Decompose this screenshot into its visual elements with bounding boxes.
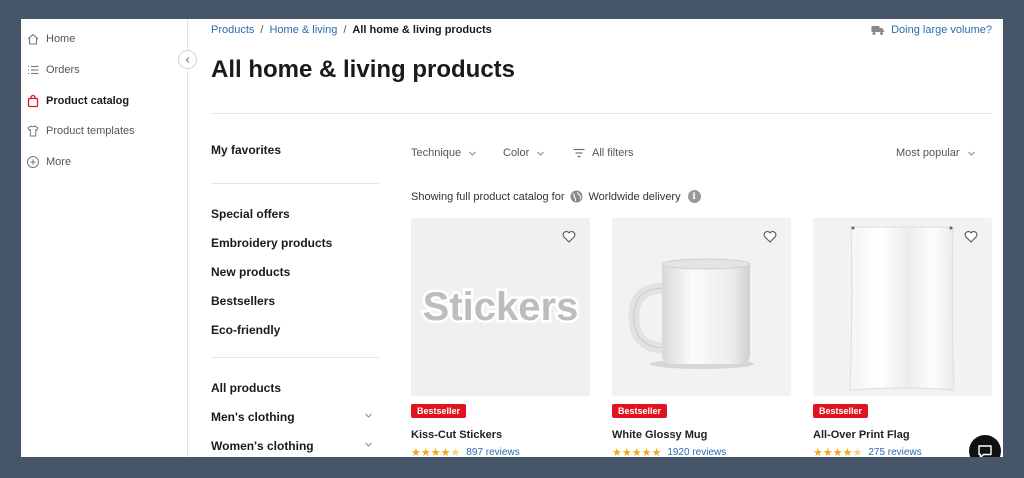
category-womens-clothing[interactable]: Women's clothing xyxy=(211,439,314,453)
chevron-down-icon xyxy=(967,149,976,158)
sidebar-item-orders[interactable]: Orders xyxy=(21,56,188,84)
reviews-link[interactable]: 275 reviews xyxy=(868,447,921,457)
chevron-down-icon xyxy=(536,149,545,158)
breadcrumb-link-products[interactable]: Products xyxy=(211,24,254,36)
sidebar-item-product-templates[interactable]: Product templates xyxy=(21,117,188,145)
favorite-heart-icon[interactable] xyxy=(561,228,577,244)
bestseller-badge: Bestseller xyxy=(411,404,467,418)
catalog-region[interactable]: Worldwide delivery xyxy=(588,191,680,203)
stickers-image-text: Stickers xyxy=(423,285,579,329)
sidebar-item-label: Home xyxy=(46,33,76,45)
bestseller-badge: Bestseller xyxy=(813,404,869,418)
catalog-note-text: Showing full product catalog for xyxy=(411,190,565,203)
plus-circle-icon xyxy=(25,154,41,170)
product-rating: ★★★★★ 1920 reviews xyxy=(612,446,726,457)
filter-technique-label: Technique xyxy=(411,147,462,159)
all-filters-button[interactable]: All filters xyxy=(573,147,634,159)
category-divider xyxy=(211,357,379,358)
favorite-heart-icon[interactable] xyxy=(963,228,979,244)
breadcrumb-link-home-living[interactable]: Home & living xyxy=(269,24,337,36)
tshirt-icon xyxy=(25,123,41,139)
rating-stars-icon: ★★★★★ xyxy=(813,447,863,457)
large-volume-label: Doing large volume? xyxy=(891,24,992,36)
category-mens-clothing[interactable]: Men's clothing xyxy=(211,410,295,424)
chat-button[interactable] xyxy=(969,435,1001,457)
list-icon xyxy=(25,62,41,78)
info-icon[interactable]: i xyxy=(687,190,701,203)
chevron-left-icon xyxy=(185,56,189,63)
truck-icon xyxy=(871,25,885,36)
category-bestsellers[interactable]: Bestsellers xyxy=(211,294,275,308)
sidebar-item-label: Orders xyxy=(46,64,80,76)
chevron-down-icon[interactable] xyxy=(364,440,373,452)
favorite-heart-icon[interactable] xyxy=(762,228,778,244)
product-card[interactable]: Bestseller All-Over Print Flag ★★★★★ 275… xyxy=(813,218,992,457)
reviews-link[interactable]: 1920 reviews xyxy=(667,447,726,457)
mug-image xyxy=(612,218,791,396)
sort-dropdown[interactable]: Most popular xyxy=(896,147,976,159)
category-special-offers[interactable]: Special offers xyxy=(211,207,290,221)
product-name[interactable]: All-Over Print Flag xyxy=(813,429,910,441)
product-name[interactable]: White Glossy Mug xyxy=(612,429,707,441)
all-filters-label: All filters xyxy=(592,147,634,159)
product-rating: ★★★★★ 275 reviews xyxy=(813,446,922,457)
sidebar-item-label: Product templates xyxy=(46,125,135,137)
filter-technique[interactable]: Technique xyxy=(411,147,477,159)
flag-image xyxy=(813,218,992,396)
sidebar-item-label: Product catalog xyxy=(46,95,130,107)
sidebar-item-home[interactable]: Home xyxy=(21,25,188,53)
category-embroidery-products[interactable]: Embroidery products xyxy=(211,236,332,250)
chat-bubble-icon xyxy=(978,444,992,457)
product-image-flag[interactable] xyxy=(813,218,992,396)
category-all-products[interactable]: All products xyxy=(211,381,281,395)
category-divider xyxy=(211,183,379,184)
sidebar-item-label: More xyxy=(46,156,72,168)
breadcrumb-separator: / xyxy=(260,24,264,36)
filter-color[interactable]: Color xyxy=(503,147,545,159)
breadcrumb-current: All home & living products xyxy=(352,24,492,36)
chevron-down-icon xyxy=(468,149,477,158)
product-rating: ★★★★★ 897 reviews xyxy=(411,446,520,457)
header-divider xyxy=(211,113,992,114)
product-card[interactable]: Stickers Bestseller Kiss-Cut Stickers ★★… xyxy=(411,218,590,457)
sidebar-nav: Home Orders Product catalog Product temp… xyxy=(21,19,188,457)
rating-stars-icon: ★★★★★ xyxy=(411,447,461,457)
large-volume-link[interactable]: Doing large volume? xyxy=(871,24,992,36)
stickers-image: Stickers xyxy=(411,218,590,396)
category-eco-friendly[interactable]: Eco-friendly xyxy=(211,323,280,337)
breadcrumb: Products / Home & living / All home & li… xyxy=(211,24,492,36)
shopping-bag-icon xyxy=(25,93,41,109)
sidebar-item-more[interactable]: More xyxy=(21,148,188,176)
product-name[interactable]: Kiss-Cut Stickers xyxy=(411,429,502,441)
category-my-favorites[interactable]: My favorites xyxy=(211,143,281,157)
rating-stars-icon: ★★★★★ xyxy=(612,447,662,457)
home-icon xyxy=(25,31,41,47)
collapse-sidebar-button[interactable] xyxy=(178,50,197,69)
filter-lines-icon xyxy=(573,148,585,158)
catalog-region-note: Showing full product catalog for Worldwi… xyxy=(411,190,701,203)
page-title: All home & living products xyxy=(211,56,516,83)
globe-icon xyxy=(570,190,583,203)
chevron-down-icon[interactable] xyxy=(364,411,373,423)
product-image-stickers[interactable]: Stickers xyxy=(411,218,590,396)
product-card[interactable]: Bestseller White Glossy Mug ★★★★★ 1920 r… xyxy=(612,218,791,457)
breadcrumb-separator: / xyxy=(343,24,347,36)
sort-label: Most popular xyxy=(896,147,960,159)
app-window: Home Orders Product catalog Product temp… xyxy=(21,19,1003,457)
category-new-products[interactable]: New products xyxy=(211,265,290,279)
filter-color-label: Color xyxy=(503,147,530,159)
reviews-link[interactable]: 897 reviews xyxy=(466,447,519,457)
product-image-mug[interactable] xyxy=(612,218,791,396)
sidebar-item-product-catalog[interactable]: Product catalog xyxy=(21,87,188,115)
bestseller-badge: Bestseller xyxy=(612,404,668,418)
